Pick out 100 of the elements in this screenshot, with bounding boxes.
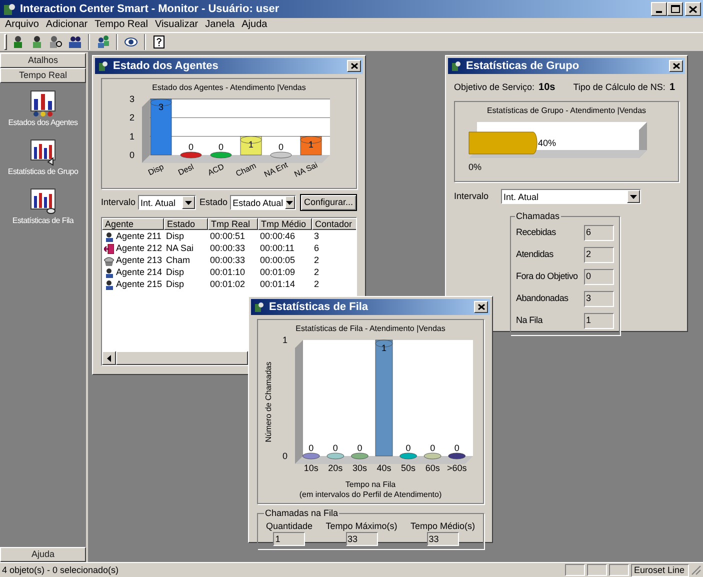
caret-icon bbox=[184, 200, 192, 204]
maximize-icon bbox=[670, 5, 680, 13]
category-label: 50s bbox=[400, 463, 416, 473]
category-label: 20s bbox=[328, 463, 342, 473]
person-icon bbox=[11, 35, 25, 49]
eye-icon bbox=[124, 35, 138, 49]
bar-chart-icon bbox=[29, 138, 57, 166]
status-panel bbox=[587, 564, 607, 576]
sidebar-item[interactable]: Estados dos Agentes bbox=[8, 89, 78, 128]
category-label: 60s bbox=[424, 463, 440, 473]
configure-button[interactable]: Configurar... bbox=[300, 194, 357, 211]
minimize-icon bbox=[656, 11, 662, 13]
table-cell-text: 00:00:11 bbox=[259, 243, 296, 254]
maximize-button[interactable] bbox=[667, 2, 683, 16]
menu-item[interactable]: Visualizar bbox=[154, 19, 198, 31]
column-header[interactable]: Tmp Real bbox=[208, 218, 258, 230]
menu-item[interactable]: Ajuda bbox=[242, 19, 268, 31]
close-button[interactable] bbox=[685, 2, 701, 16]
table-cell-text: 00:01:14 bbox=[259, 279, 296, 290]
menu-item[interactable]: Arquivo bbox=[5, 19, 39, 31]
column-header[interactable]: Estado bbox=[164, 218, 208, 230]
axis-title: Tempo na Fila bbox=[345, 480, 396, 490]
bar bbox=[210, 152, 232, 158]
bar-chart-icon bbox=[28, 187, 57, 215]
label: Na Fila bbox=[516, 314, 542, 328]
column-header[interactable]: Contador bbox=[312, 218, 356, 230]
bar bbox=[302, 452, 320, 460]
close-button[interactable] bbox=[474, 301, 488, 313]
table-cell-text: NA Sai bbox=[165, 243, 195, 254]
table-cell-text: 00:00:51 bbox=[209, 231, 246, 242]
meter-title: Estatísticas de Grupo - Atendimento |Vendas bbox=[486, 105, 646, 116]
toolbar-button[interactable] bbox=[95, 34, 111, 50]
label: Intervalo bbox=[454, 190, 489, 203]
category-label: Cham bbox=[234, 161, 258, 178]
read-only-field: 1 bbox=[273, 532, 306, 546]
read-only-field: 33 bbox=[426, 532, 459, 546]
label: Recebidas bbox=[516, 226, 556, 240]
bar bbox=[150, 98, 172, 156]
column-header[interactable]: Agente bbox=[102, 218, 164, 230]
app-icon bbox=[2, 2, 16, 16]
minimize-button[interactable] bbox=[651, 2, 667, 16]
label: Estado bbox=[200, 196, 228, 209]
table-cell-text: 6 bbox=[313, 243, 320, 254]
close-button[interactable] bbox=[669, 60, 683, 72]
category-label: 40s bbox=[376, 463, 391, 473]
label: Tempo Máximo(s) bbox=[326, 521, 398, 532]
menu-item[interactable]: Janela bbox=[205, 19, 235, 31]
group-box-title: Chamadas bbox=[515, 210, 561, 222]
axis-tick-label: 1 bbox=[130, 131, 134, 142]
read-only-field: 6 bbox=[584, 225, 614, 241]
dropdown[interactable]: Int. Atual bbox=[500, 189, 641, 204]
dropdown[interactable]: Estado Atual bbox=[230, 195, 296, 210]
close-icon bbox=[689, 6, 697, 12]
axis-note: (em intervalos do Perfil de Atendimento) bbox=[299, 490, 442, 500]
table-cell-text: 3 bbox=[313, 231, 320, 242]
bar bbox=[448, 452, 466, 460]
toolbar-button[interactable] bbox=[48, 34, 64, 50]
menu-item[interactable]: Tempo Real bbox=[94, 19, 148, 31]
category-label: Desl bbox=[176, 162, 196, 178]
category-label: ACD bbox=[206, 162, 226, 178]
category-label: Disp bbox=[146, 162, 166, 178]
caret-icon bbox=[630, 194, 637, 198]
data-label: 0 bbox=[308, 443, 314, 453]
label: Tempo Médio(s) bbox=[410, 521, 475, 532]
scale-label: 0% bbox=[468, 162, 482, 172]
sidebar-section-button[interactable]: Atalhos bbox=[0, 53, 86, 68]
table-cell-text: Disp bbox=[165, 267, 186, 278]
close-button[interactable] bbox=[347, 60, 361, 72]
sidebar-item[interactable]: Estatísticas de Fila bbox=[12, 187, 74, 226]
horizontal-scrollbar[interactable] bbox=[102, 351, 248, 365]
read-only-field: 2 bbox=[584, 247, 614, 263]
column-header[interactable]: Tmp Médio bbox=[258, 218, 312, 230]
table-cell-text: 00:01:02 bbox=[209, 279, 246, 290]
dropdown[interactable]: Int. Atual bbox=[138, 195, 196, 210]
resize-grip-icon bbox=[691, 565, 701, 575]
sidebar-section-button[interactable]: Tempo Real bbox=[0, 68, 86, 83]
menu-item[interactable]: Adicionar bbox=[46, 19, 88, 31]
person-icon bbox=[104, 280, 114, 290]
people-icon bbox=[68, 35, 82, 49]
sidebar-section-button[interactable]: Ajuda bbox=[0, 547, 86, 562]
objective-value: 10s bbox=[538, 81, 556, 95]
toolbar-button[interactable] bbox=[67, 34, 83, 50]
label: Objetivo de Serviço: bbox=[454, 80, 535, 94]
group-box-title: Chamadas na Fila bbox=[264, 507, 340, 519]
bar bbox=[270, 152, 292, 158]
close-icon bbox=[478, 304, 484, 310]
table-cell: Agente 215 bbox=[116, 279, 162, 290]
read-only-field: 0 bbox=[584, 269, 614, 285]
person-icon bbox=[104, 268, 114, 278]
caret-icon bbox=[286, 200, 294, 204]
table-cell-text: 00:00:46 bbox=[259, 231, 296, 242]
read-only-field: 1 bbox=[584, 313, 614, 329]
toolbar-button[interactable] bbox=[151, 34, 167, 50]
table-cell: Agente 214 bbox=[116, 267, 162, 278]
table-cell: Agente 213 bbox=[116, 255, 162, 266]
people-icon bbox=[96, 35, 110, 49]
door-arrow-icon bbox=[104, 244, 114, 254]
data-label: 0 bbox=[454, 443, 459, 453]
data-label: 1 bbox=[308, 139, 314, 150]
sidebar-item[interactable]: Estatísticas de Grupo bbox=[8, 138, 78, 177]
